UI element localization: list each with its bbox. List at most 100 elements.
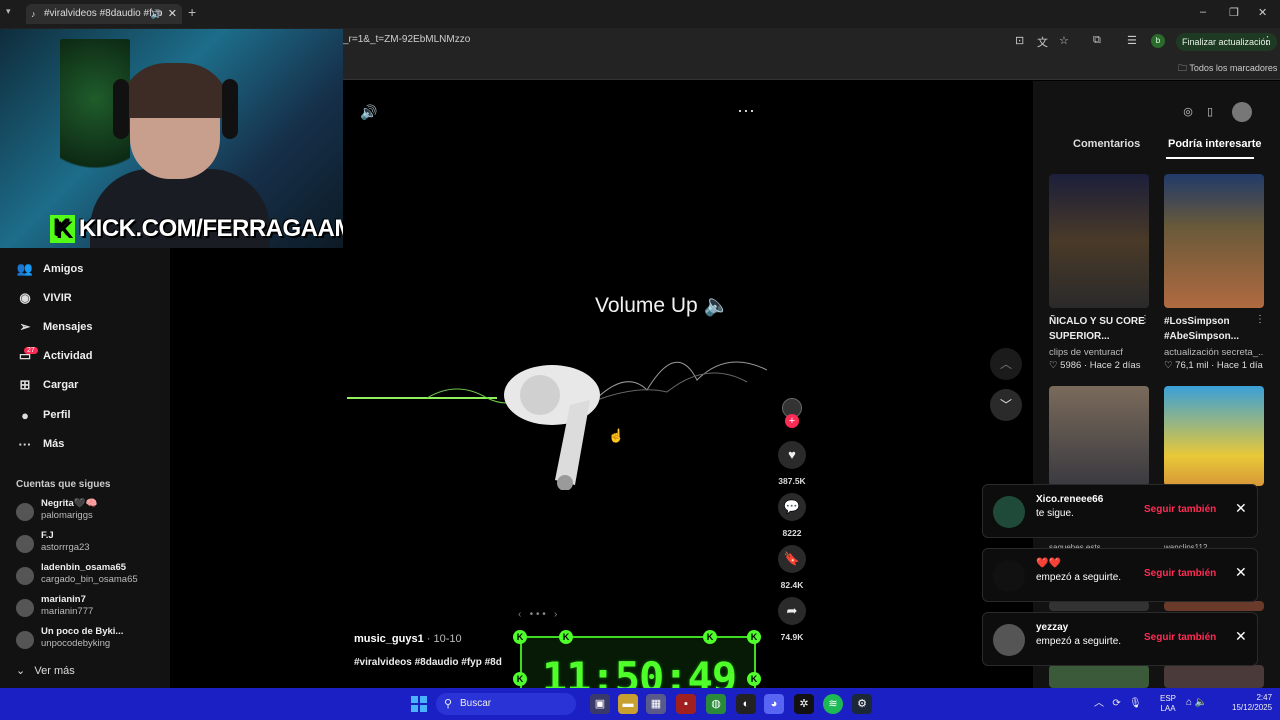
video-thumbnail[interactable] — [1049, 665, 1149, 688]
browser-tab[interactable]: ♪ #viralvideos #8daudio #fyp 🔊 ✕ — [26, 4, 182, 24]
steam-icon[interactable]: ⚙ — [852, 694, 872, 714]
taskbar-search[interactable]: ⚲ Buscar — [436, 693, 576, 715]
card-title[interactable]: #LosSimpson #AbeSimpson... — [1164, 314, 1264, 344]
tab-close-icon[interactable]: ✕ — [168, 4, 177, 24]
previous-video-button[interactable]: ︿ — [990, 348, 1022, 380]
next-video-button[interactable]: ﹀ — [990, 389, 1022, 421]
follow-back-button[interactable]: Seguir también — [1144, 632, 1216, 643]
nav-item-friends[interactable]: 👥 Amigos — [16, 258, 83, 280]
install-app-icon[interactable]: ⊡ — [1015, 34, 1024, 47]
heart-icon: ♥ — [788, 447, 796, 462]
comment-button[interactable]: 💬 — [778, 493, 806, 521]
window-close-button[interactable]: ✕ — [1258, 6, 1267, 19]
notification-text: empezó a seguirte. — [1036, 636, 1122, 647]
video-thumbnail[interactable] — [1164, 601, 1264, 611]
following-item[interactable]: Negrita🖤🧠 palomariggs — [16, 498, 166, 526]
friends-icon: 👥 — [16, 261, 34, 276]
extensions-icon[interactable]: ⧉ — [1093, 34, 1101, 47]
video-thumbnail[interactable] — [1049, 174, 1149, 308]
chrome-icon[interactable]: ◍ — [706, 694, 726, 714]
save-button[interactable]: 🔖 — [778, 545, 806, 573]
obs-icon[interactable]: ◐ — [736, 694, 756, 714]
video-hashtags[interactable]: #viralvideos #8daudio #fyp #8d — [354, 657, 502, 668]
nav-item-live[interactable]: ◉ VIVIR — [16, 287, 71, 309]
system-tray[interactable]: ︿ ⟳ 🎙 — [1094, 694, 1142, 709]
all-bookmarks-button[interactable]: 🗀 Todos los marcadores — [1178, 61, 1277, 77]
tab-audio-icon[interactable]: 🔊 — [151, 4, 162, 24]
following-item[interactable]: marianin7 marianin777 — [16, 594, 166, 622]
nav-item-upload[interactable]: ⊞ Cargar — [16, 374, 79, 396]
following-item[interactable]: Un poco de Byki... unpocodebyking — [16, 626, 166, 654]
device-icon[interactable]: ▯ — [1202, 105, 1218, 121]
task-view-icon[interactable]: ▣ — [590, 694, 610, 714]
maximize-button[interactable]: ❐ — [1229, 6, 1239, 19]
nav-item-more[interactable]: ··· Más — [16, 433, 65, 455]
compass-icon[interactable]: ◎ — [1180, 105, 1196, 121]
following-item[interactable]: F.J astorrrga23 — [16, 530, 166, 558]
notification-text: empezó a seguirte. — [1036, 572, 1122, 583]
volume-icon[interactable]: 🔊 — [360, 104, 377, 121]
clock-time: 2:47 — [1256, 693, 1273, 702]
kick-logo-icon: K — [513, 672, 527, 686]
url-field[interactable]: _r=1&_t=ZM-92EbMLNMzzo — [343, 34, 470, 45]
kick-logo-icon: K — [559, 630, 573, 644]
close-icon[interactable]: ✕ — [1235, 564, 1247, 581]
share-icon: ➦ — [786, 603, 798, 618]
minimize-button[interactable]: – — [1200, 6, 1206, 18]
tab-recommended[interactable]: Podría interesarte — [1168, 138, 1262, 150]
follow-back-button[interactable]: Seguir también — [1144, 568, 1216, 579]
more-options-icon[interactable]: ··· — [737, 100, 755, 121]
video-thumbnail[interactable] — [1164, 386, 1264, 486]
card-author[interactable]: actualización secreta_... — [1164, 347, 1264, 358]
nav-item-messages[interactable]: ➢ Mensajes — [16, 316, 93, 338]
menu-kebab-icon[interactable]: ⋮ — [1262, 34, 1273, 47]
follow-back-button[interactable]: Seguir también — [1144, 504, 1216, 515]
file-explorer-icon[interactable]: ▬ — [618, 694, 638, 714]
new-tab-button[interactable]: + — [188, 4, 196, 20]
card-author[interactable]: clips de venturacf — [1049, 347, 1159, 358]
media-control-icon[interactable]: ☰ — [1127, 34, 1137, 47]
store-icon[interactable]: ▦ — [646, 694, 666, 714]
tab-search-icon[interactable]: ▾ — [6, 6, 11, 17]
bookmark-star-icon[interactable]: ☆ — [1059, 34, 1069, 47]
photo-pager[interactable]: ‹ • • • › — [518, 609, 557, 620]
card-menu-icon[interactable]: ⋮ — [1255, 314, 1265, 325]
nav-label: Actividad — [43, 350, 93, 362]
translate-icon[interactable]: 文 — [1037, 34, 1048, 50]
discord-icon[interactable]: ◕ — [764, 694, 784, 714]
app-icon[interactable]: ▪ — [676, 694, 696, 714]
nav-label: Perfil — [43, 409, 71, 421]
heart-outline-icon: ♡ — [1049, 360, 1058, 371]
kick-logo-icon: K — [513, 630, 527, 644]
tab-comments[interactable]: Comentarios — [1073, 138, 1140, 150]
see-more-button[interactable]: ⌄ Ver más — [16, 664, 75, 677]
language-indicator[interactable]: ESP LAA — [1160, 694, 1176, 714]
following-item[interactable]: ladenbin_osama65 cargado_bin_osama65 — [16, 562, 166, 590]
spotify-icon[interactable]: ≋ — [823, 694, 843, 714]
card-menu-icon[interactable]: ⋮ — [1140, 314, 1150, 325]
windows-start-icon[interactable] — [411, 696, 427, 712]
video-thumbnail[interactable] — [1049, 386, 1149, 486]
close-icon[interactable]: ✕ — [1235, 628, 1247, 645]
bookmark-icon: 🔖 — [783, 551, 801, 566]
follow-plus-button[interactable]: + — [785, 414, 799, 428]
avatar — [16, 599, 34, 617]
network-icon[interactable]: ⌂ 🔈 — [1186, 697, 1207, 708]
profile-avatar[interactable]: b — [1151, 34, 1165, 48]
video-author[interactable]: music_guys1 · 10-10 — [354, 633, 462, 645]
close-icon[interactable]: ✕ — [1235, 500, 1247, 517]
taskbar-clock[interactable]: 2:47 15/12/2025 — [1232, 693, 1272, 713]
app-icon[interactable]: ✲ — [794, 694, 814, 714]
nav-item-profile[interactable]: ● Perfil — [16, 404, 71, 426]
video-thumbnail[interactable] — [1164, 174, 1264, 308]
kick-logo-icon: K — [50, 215, 75, 243]
video-thumbnail[interactable] — [1164, 665, 1264, 688]
share-button[interactable]: ➦ — [778, 597, 806, 625]
like-button[interactable]: ♥ — [778, 441, 806, 469]
mouse-cursor-icon: ☝ — [608, 428, 625, 443]
following-name: marianin7 — [41, 594, 86, 605]
avatar[interactable] — [1232, 102, 1252, 122]
card-title[interactable]: ÑICALO Y SU CORE SUPERIOR... — [1049, 314, 1149, 344]
following-name: ladenbin_osama65 — [41, 562, 127, 573]
video-thumbnail[interactable] — [1049, 601, 1149, 611]
